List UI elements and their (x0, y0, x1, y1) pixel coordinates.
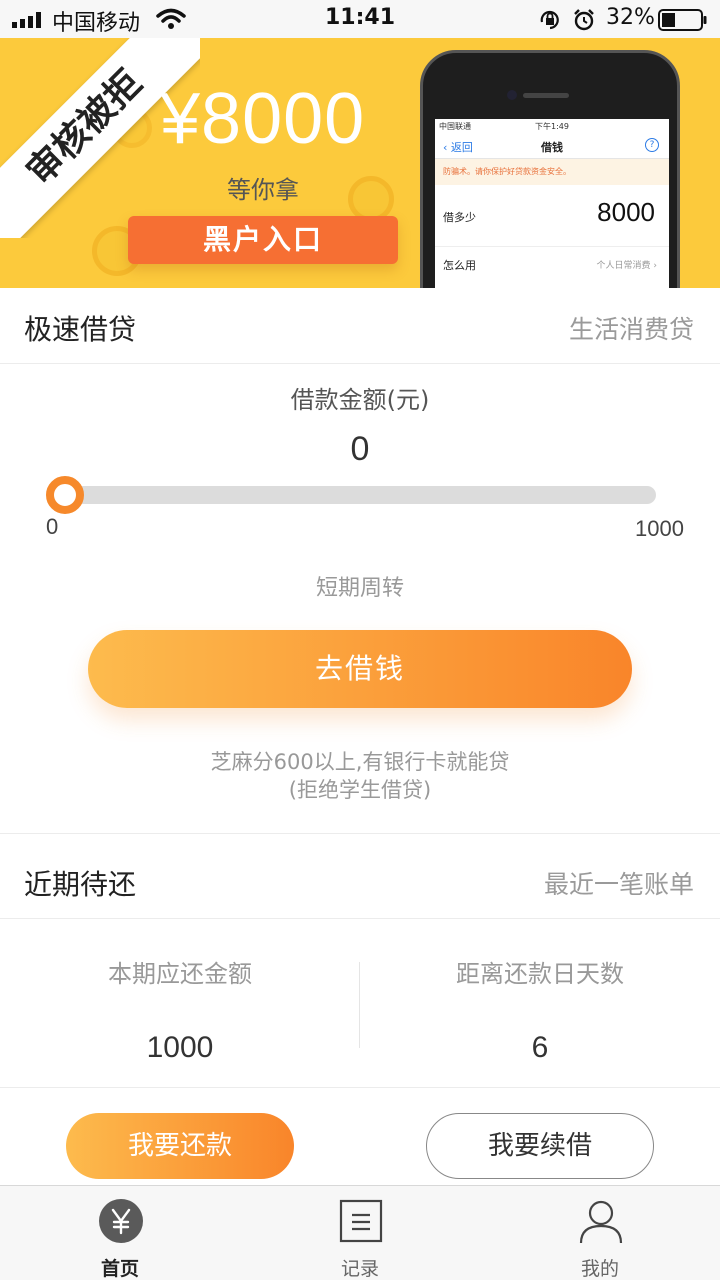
phone-amount-row: 借多少 8000 (435, 185, 669, 247)
slider-max-label: 1000 (635, 516, 684, 541)
phone-time: 下午1:49 (535, 122, 569, 131)
tab-home[interactable]: 首页 (0, 1186, 240, 1280)
loan-type-label: 短期周转 (315, 576, 404, 601)
phone-usage-label: 怎么用 (443, 259, 476, 272)
loan-amount-label: 借款金额(元) (290, 386, 430, 414)
latest-bill-link[interactable]: 最近一笔账单 (544, 865, 694, 901)
bottom-tab-bar: 首页 记录 我的 (0, 1185, 720, 1280)
slider-thumb[interactable] (46, 476, 84, 514)
records-icon (339, 1199, 383, 1243)
days-left-label: 距离还款日天数 (456, 960, 624, 988)
phone-status-bar: 中国联通 下午1:49 (435, 119, 669, 133)
phone-amount-value: 8000 (597, 197, 655, 227)
loan-note-line2: (拒绝学生借贷) (288, 778, 432, 802)
phone-title: 借钱 (541, 141, 563, 154)
loan-requirements-note: 芝麻分600以上,有银行卡就能贷 (拒绝学生借贷) (0, 748, 720, 804)
alarm-icon (574, 9, 594, 31)
blacklist-entry-button[interactable]: 黑户入口 (128, 216, 398, 264)
battery-icon (658, 9, 707, 31)
renew-loan-button[interactable]: 我要续借 (426, 1113, 654, 1179)
user-icon (579, 1200, 623, 1244)
phone-amount-label: 借多少 (443, 211, 476, 224)
promo-banner[interactable]: 审核被拒 ¥8000 等你拿 黑户入口 中国联通 下午1:49 ‹ 返回 借钱 … (0, 38, 720, 288)
loan-section-title: 极速借贷 (24, 313, 137, 346)
loan-note-line1: 芝麻分600以上,有银行卡就能贷 (210, 750, 510, 774)
loan-amount-slider[interactable] (56, 486, 656, 504)
repay-section-header: 近期待还 最近一笔账单 (0, 843, 720, 919)
section-divider (0, 1087, 720, 1088)
yuan-icon (99, 1199, 143, 1243)
loan-amount-value: 0 (350, 430, 370, 468)
phone-notice: 防骗术。请你保护好贷款资金安全。 (435, 159, 669, 185)
loan-section-header: 极速借贷 生活消费贷 (0, 288, 720, 364)
phone-usage-value: 个人日常消费 › (596, 261, 657, 271)
loan-section-category[interactable]: 生活消费贷 (569, 310, 694, 346)
tab-home-label: 首页 (100, 1258, 139, 1280)
tab-profile[interactable]: 我的 (480, 1186, 720, 1280)
phone-mockup: 中国联通 下午1:49 ‹ 返回 借钱 ? 防骗术。请你保护好贷款资金安全。 借… (420, 50, 680, 288)
phone-camera (507, 90, 517, 100)
slider-min-label: 0 (46, 514, 59, 539)
rotation-lock-icon (540, 10, 559, 30)
repay-button[interactable]: 我要还款 (66, 1113, 294, 1179)
phone-nav-bar: ‹ 返回 借钱 ? (435, 133, 669, 159)
tab-profile-label: 我的 (580, 1258, 619, 1280)
phone-usage-row: 怎么用 个人日常消费 › (435, 247, 669, 281)
banner-amount: ¥8000 (160, 79, 366, 159)
tab-records[interactable]: 记录 (240, 1186, 480, 1280)
section-divider (0, 833, 720, 834)
repay-section-title: 近期待还 (24, 868, 137, 901)
days-left-value: 6 (531, 1031, 549, 1064)
battery-percent: 32% (606, 5, 655, 30)
days-left-block: 距离还款日天数 6 (360, 954, 720, 1065)
phone-screen: 中国联通 下午1:49 ‹ 返回 借钱 ? 防骗术。请你保护好贷款资金安全。 借… (435, 119, 669, 288)
due-amount-block: 本期应还金额 1000 (0, 954, 360, 1065)
due-amount-label: 本期应还金额 (108, 960, 252, 988)
borrow-button[interactable]: 去借钱 (88, 630, 632, 708)
due-amount-value: 1000 (146, 1031, 214, 1064)
tab-records-label: 记录 (340, 1258, 379, 1280)
phone-speaker (523, 93, 569, 98)
help-icon: ? (645, 138, 659, 152)
status-bar: 中国移动 11:41 32% (0, 0, 720, 38)
